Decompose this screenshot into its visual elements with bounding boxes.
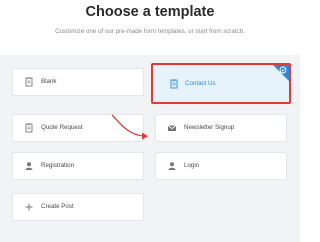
document-icon [170,79,178,89]
page-subtitle: Customize one of our pre-made form templ… [55,28,245,35]
annotation-arrow-icon [111,114,148,140]
template-card-contact-us[interactable]: Contact Us [151,63,291,104]
user-icon [25,162,33,170]
template-card-newsletter-signup[interactable]: Newsletter Signup [155,114,287,142]
template-card-login[interactable]: Login [155,152,287,180]
document-icon [25,123,33,133]
template-label: Blank [41,78,57,85]
page-title: Choose a template [85,4,215,20]
header: Choose a template Customize one of our p… [0,0,300,55]
template-label: Registration [41,162,75,169]
template-label: Contact Us [185,80,216,87]
document-icon [25,77,33,87]
template-label: Quote Request [41,124,83,131]
template-label: Login [184,162,200,169]
template-label: Create Post [41,203,74,210]
template-card-create-post[interactable]: Create Post [12,193,144,221]
template-grid: Blank Contact Us Quote Request Newslette… [0,55,300,242]
check-icon [279,66,287,74]
template-card-registration[interactable]: Registration [12,152,144,180]
envelope-icon [167,125,177,131]
user-icon [168,162,176,170]
template-card-blank[interactable]: Blank [12,68,144,96]
template-label: Newsletter Signup [184,124,235,131]
plus-icon [25,203,33,211]
